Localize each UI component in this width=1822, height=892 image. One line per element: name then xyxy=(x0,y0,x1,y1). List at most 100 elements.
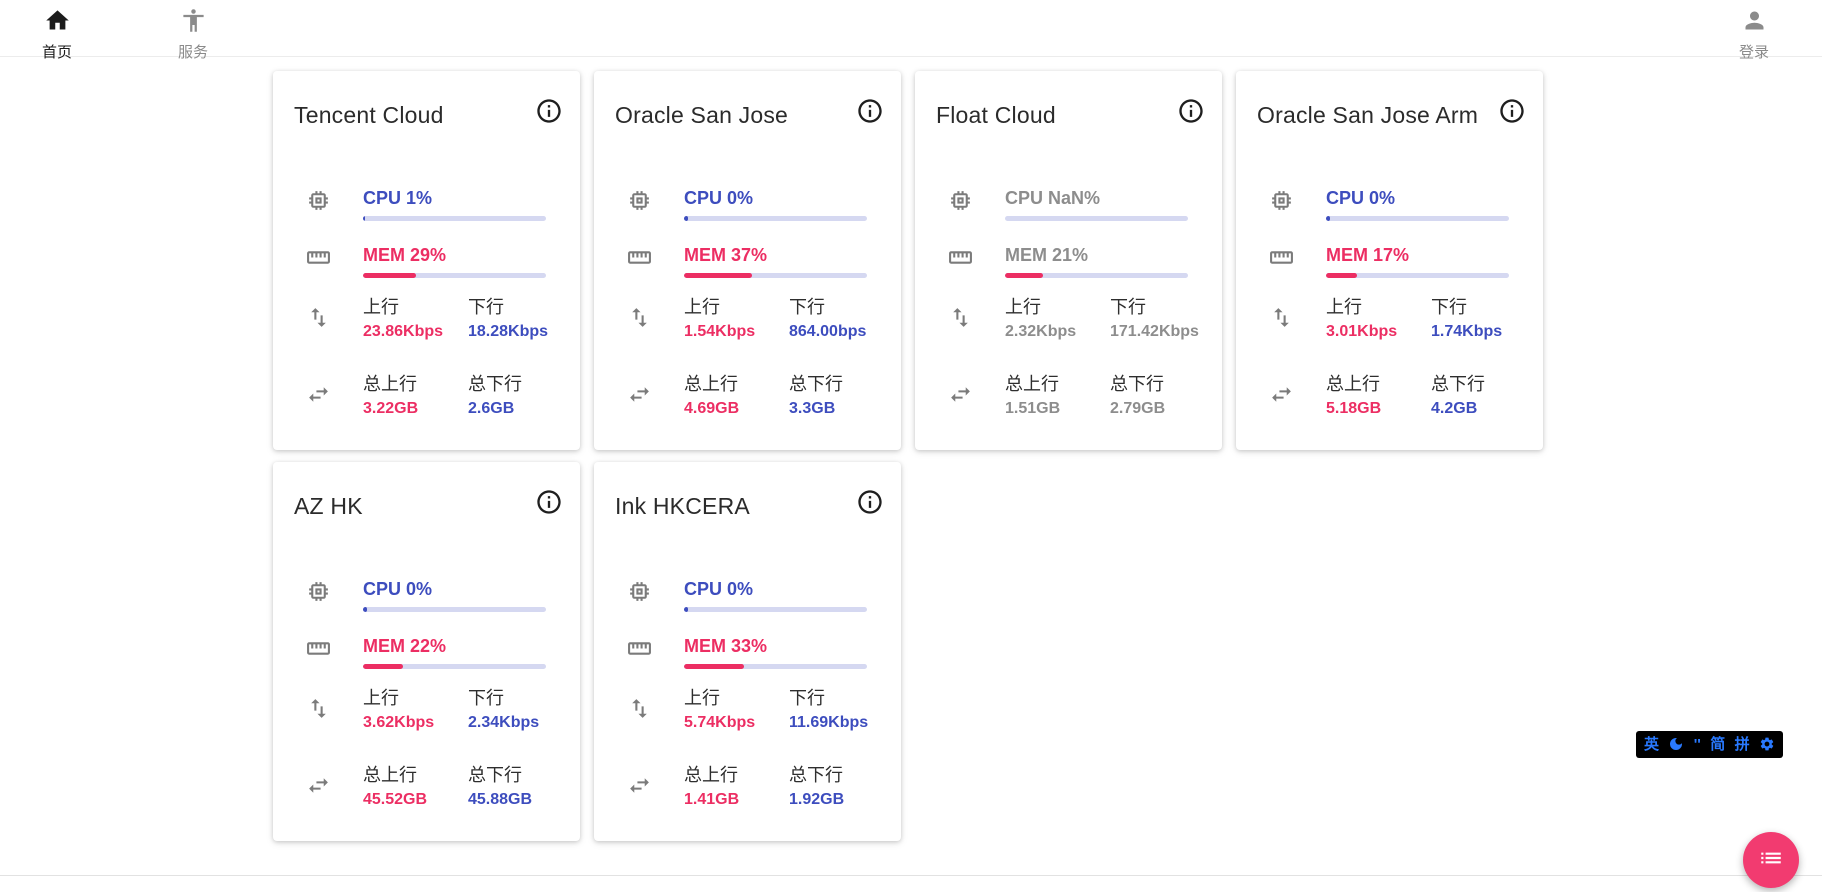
download-speed-value: 171.42Kbps xyxy=(1110,321,1199,343)
total-download-label: 总下行 xyxy=(789,763,867,787)
upload-label: 上行 xyxy=(363,295,468,319)
server-name: Float Cloud xyxy=(936,101,1056,129)
accessibility-icon xyxy=(180,7,207,39)
server-card-grid: Tencent Cloud CPU 1% MEM xyxy=(273,71,1561,841)
swap-vert-icon xyxy=(306,305,363,343)
download-label: 下行 xyxy=(1110,295,1199,319)
nav-item-login[interactable]: 登录 xyxy=(1718,7,1790,62)
mem-progress-fill xyxy=(363,273,416,278)
ime-status-bar[interactable]: 英 '' 简 拼 xyxy=(1636,731,1783,758)
swap-horiz-icon xyxy=(1269,382,1326,420)
total-download-value: 1.92GB xyxy=(789,789,867,811)
total-download-value: 2.6GB xyxy=(468,398,546,420)
upload-label: 上行 xyxy=(684,686,789,710)
cpu-usage-text: CPU NaN% xyxy=(1005,188,1188,209)
mem-progress-fill xyxy=(684,664,744,669)
info-icon[interactable] xyxy=(1498,97,1526,125)
download-speed-value: 1.74Kbps xyxy=(1431,321,1509,343)
mem-progress-bar xyxy=(684,273,867,278)
upload-speed-value: 23.86Kbps xyxy=(363,321,468,343)
upload-label: 上行 xyxy=(684,295,789,319)
server-name: Ink HKCERA xyxy=(615,492,750,520)
net-total-row: 总上行 1.51GB 总下行 2.79GB xyxy=(915,372,1222,420)
net-speed-row: 上行 3.01Kbps 下行 1.74Kbps xyxy=(1236,295,1543,343)
card-header: Tencent Cloud xyxy=(273,71,580,129)
server-list-fab[interactable] xyxy=(1743,832,1799,888)
cpu-chip-icon xyxy=(306,188,363,221)
mem-progress-bar xyxy=(1005,273,1188,278)
gear-icon[interactable] xyxy=(1759,731,1775,758)
mem-usage-text: MEM 29% xyxy=(363,245,546,266)
card-header: Oracle San Jose xyxy=(594,71,901,129)
server-card[interactable]: Float Cloud CPU NaN% MEM xyxy=(915,71,1222,450)
mem-usage-text: MEM 33% xyxy=(684,636,867,657)
cpu-row: CPU 0% xyxy=(594,188,901,221)
cpu-progress-fill xyxy=(1326,216,1330,221)
upload-speed-value: 3.62Kbps xyxy=(363,712,468,734)
cpu-progress-bar xyxy=(684,216,867,221)
swap-vert-icon xyxy=(948,305,1005,343)
server-name: Oracle San Jose Arm xyxy=(1257,101,1478,129)
download-speed-value: 2.34Kbps xyxy=(468,712,546,734)
total-upload-value: 4.69GB xyxy=(684,398,789,420)
ime-simplified-indicator[interactable]: 简 xyxy=(1710,731,1725,758)
nav-login-label: 登录 xyxy=(1739,41,1769,62)
mem-row: MEM 17% xyxy=(1236,245,1543,278)
net-speed-row: 上行 1.54Kbps 下行 864.00bps xyxy=(594,295,901,343)
info-icon[interactable] xyxy=(1177,97,1205,125)
info-icon[interactable] xyxy=(535,488,563,516)
total-download-value: 4.2GB xyxy=(1431,398,1509,420)
nav-item-service[interactable]: 服务 xyxy=(157,7,229,62)
upload-speed-value: 5.74Kbps xyxy=(684,712,789,734)
upload-label: 上行 xyxy=(1326,295,1431,319)
upload-speed-value: 1.54Kbps xyxy=(684,321,789,343)
server-card[interactable]: AZ HK CPU 0% MEM 22% xyxy=(273,462,580,841)
cpu-progress-bar xyxy=(1326,216,1509,221)
mem-usage-text: MEM 21% xyxy=(1005,245,1188,266)
net-speed-row: 上行 5.74Kbps 下行 11.69Kbps xyxy=(594,686,901,734)
server-card[interactable]: Oracle San Jose Arm CPU 0% xyxy=(1236,71,1543,450)
person-icon xyxy=(1741,7,1768,39)
cpu-progress-fill xyxy=(684,216,688,221)
download-label: 下行 xyxy=(1431,295,1509,319)
server-card[interactable]: Tencent Cloud CPU 1% MEM xyxy=(273,71,580,450)
ime-pinyin-indicator[interactable]: 拼 xyxy=(1735,731,1750,758)
server-name: Tencent Cloud xyxy=(294,101,444,129)
cpu-usage-text: CPU 0% xyxy=(1326,188,1509,209)
cpu-row: CPU NaN% xyxy=(915,188,1222,221)
total-download-label: 总下行 xyxy=(1431,372,1509,396)
memory-ruler-icon xyxy=(306,636,363,669)
info-icon[interactable] xyxy=(856,488,884,516)
download-label: 下行 xyxy=(789,295,867,319)
download-speed-value: 18.28Kbps xyxy=(468,321,548,343)
ime-language-indicator[interactable]: 英 xyxy=(1644,731,1659,758)
total-download-label: 总下行 xyxy=(468,763,546,787)
server-name: Oracle San Jose xyxy=(615,101,788,129)
cpu-progress-fill xyxy=(684,607,688,612)
moon-icon[interactable] xyxy=(1668,731,1684,758)
total-download-label: 总下行 xyxy=(789,372,867,396)
mem-progress-bar xyxy=(1326,273,1509,278)
upload-label: 上行 xyxy=(1005,295,1110,319)
mem-progress-bar xyxy=(363,273,546,278)
total-download-label: 总下行 xyxy=(1110,372,1188,396)
nav-home-label: 首页 xyxy=(42,41,72,62)
server-card[interactable]: Oracle San Jose CPU 0% ME xyxy=(594,71,901,450)
cpu-chip-icon xyxy=(948,188,1005,221)
download-label: 下行 xyxy=(468,295,548,319)
info-icon[interactable] xyxy=(856,97,884,125)
total-upload-label: 总上行 xyxy=(1326,372,1431,396)
ime-punctuation-indicator[interactable]: '' xyxy=(1694,731,1701,758)
total-upload-value: 3.22GB xyxy=(363,398,468,420)
footer-divider xyxy=(0,875,1822,892)
card-header: Float Cloud xyxy=(915,71,1222,129)
total-download-value: 45.88GB xyxy=(468,789,546,811)
net-total-row: 总上行 4.69GB 总下行 3.3GB xyxy=(594,372,901,420)
memory-ruler-icon xyxy=(306,245,363,278)
cpu-row: CPU 0% xyxy=(273,579,580,612)
info-icon[interactable] xyxy=(535,97,563,125)
mem-progress-fill xyxy=(684,273,752,278)
page: 首页 服务 登录 Tencent Cloud xyxy=(0,0,1822,892)
server-card[interactable]: Ink HKCERA CPU 0% MEM 33% xyxy=(594,462,901,841)
nav-item-home[interactable]: 首页 xyxy=(21,7,93,62)
